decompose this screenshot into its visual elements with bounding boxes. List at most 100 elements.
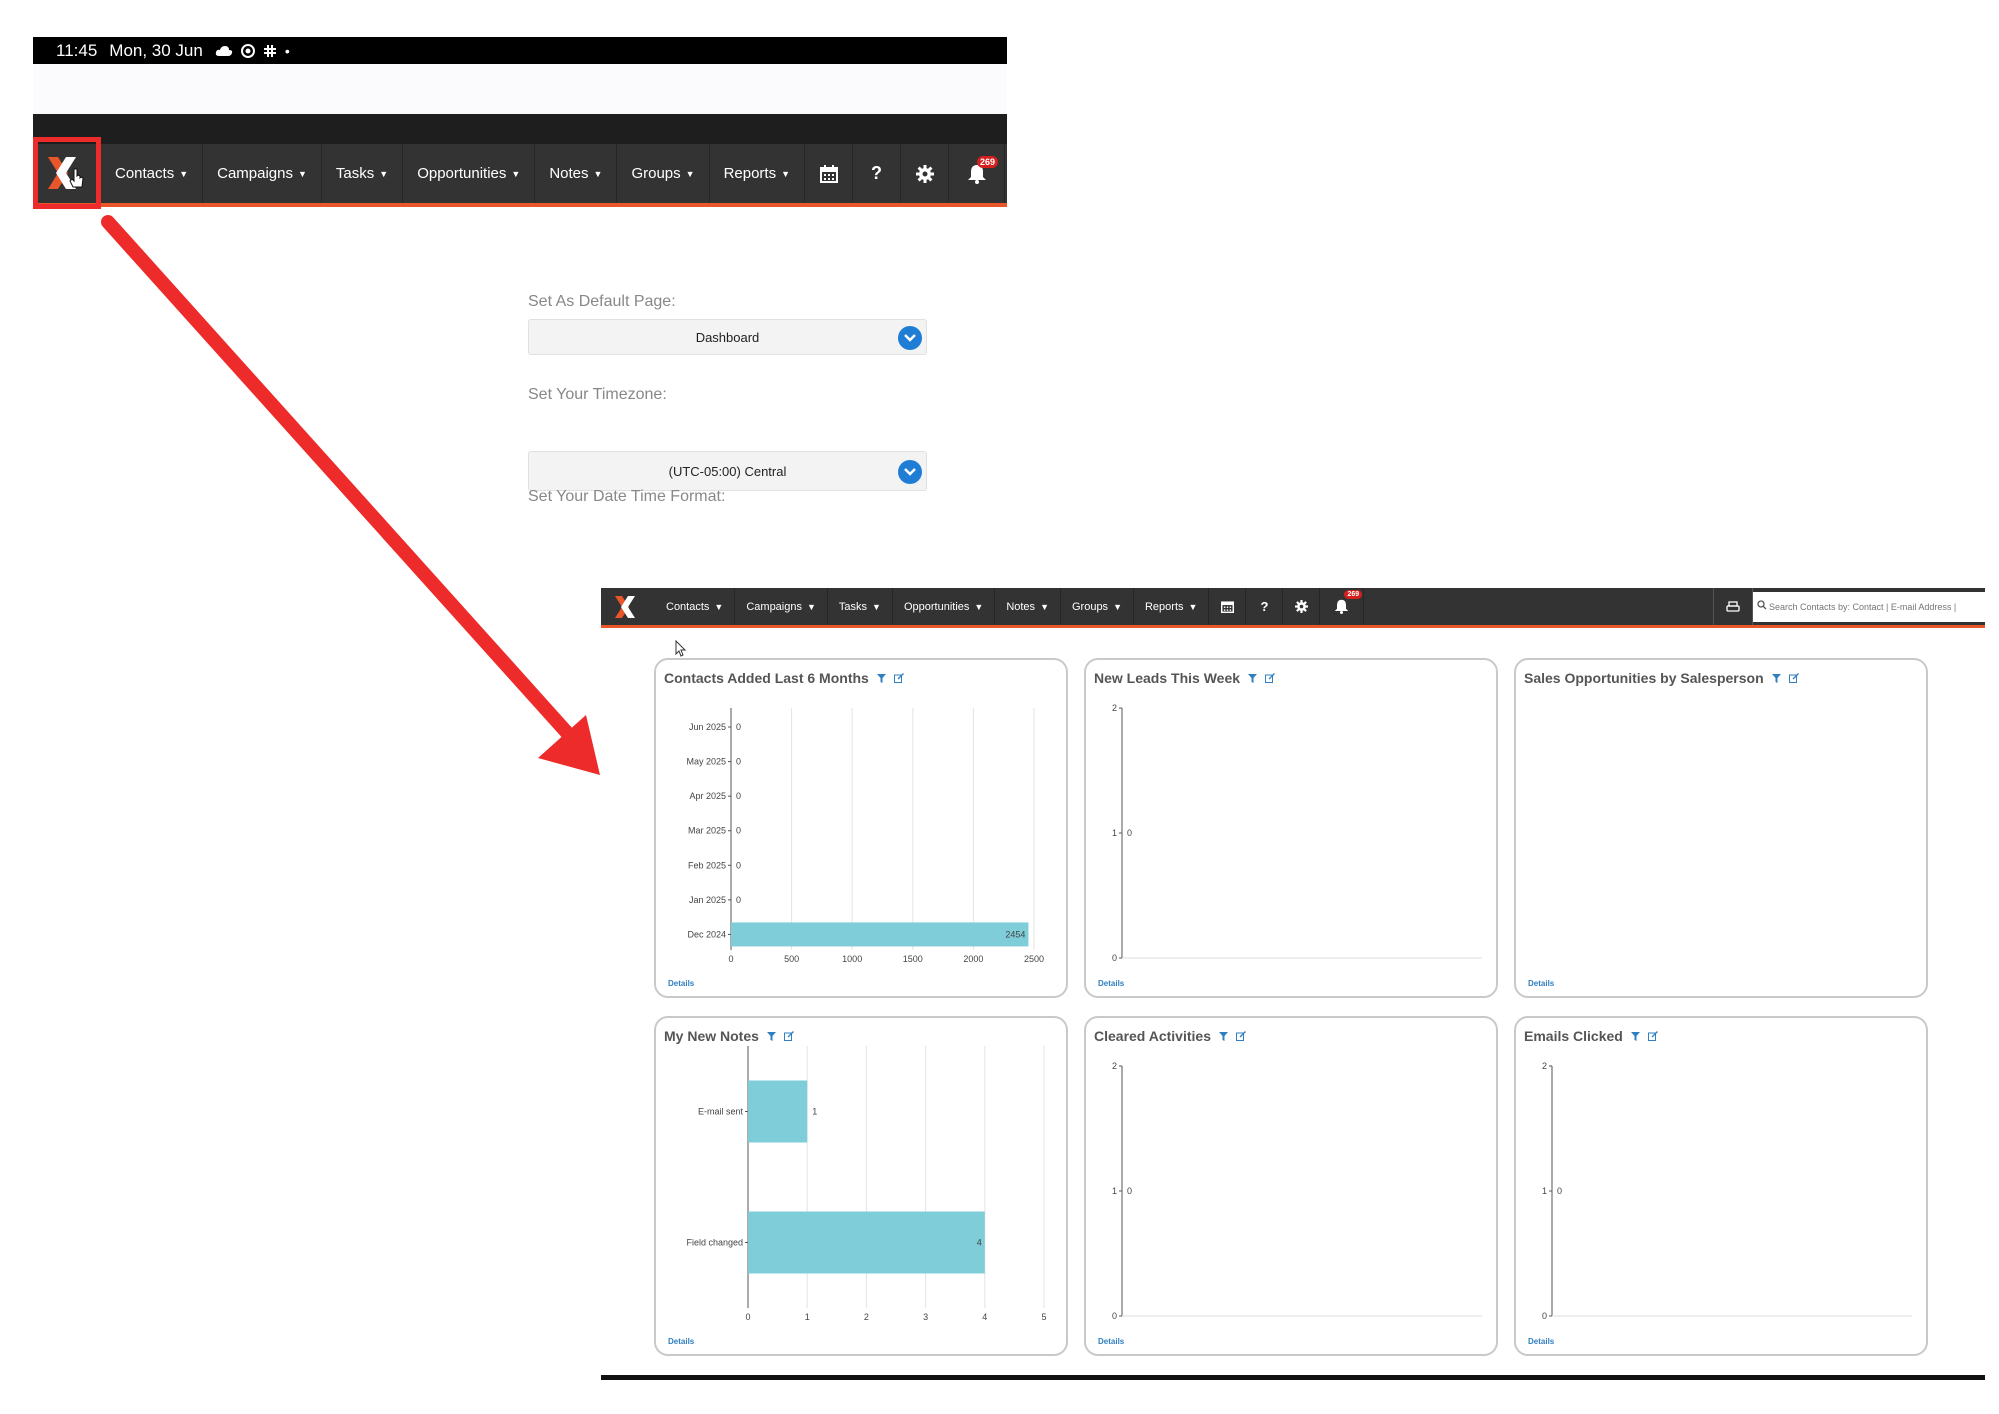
question-icon: ? <box>1260 599 1269 614</box>
bottom-divider <box>601 1375 1985 1380</box>
calendar-button[interactable] <box>805 144 854 203</box>
chart-my-new-notes: 0 1 2 3 4 5 E-mail sent 1 Field changed 4 <box>686 1046 1047 1322</box>
status-time: 11:45 <box>56 40 98 60</box>
timezone-value: (UTC-05:00) Central <box>668 463 787 479</box>
logo-button-highlighted[interactable] <box>33 136 101 209</box>
search-input[interactable] <box>1753 591 1985 622</box>
caret-down-icon: ▼ <box>511 168 521 179</box>
data-label: 0 <box>736 826 741 836</box>
gear-icon <box>1294 600 1308 613</box>
default-page-value: Dashboard <box>695 329 760 345</box>
details-link[interactable]: Details <box>668 979 694 988</box>
y-tick-label: Field changed <box>686 1238 743 1248</box>
cloud-icon <box>215 45 233 56</box>
notifications-button[interactable]: 269 <box>1320 588 1365 625</box>
caret-down-icon: ▼ <box>781 168 791 179</box>
data-label: 2454 <box>1005 929 1025 939</box>
y-tick-label: 2 <box>1542 1061 1547 1071</box>
nav-tasks[interactable]: Tasks ▼ <box>322 144 404 203</box>
nav-campaigns[interactable]: Campaigns ▼ <box>735 588 828 625</box>
nav-contacts[interactable]: Contacts ▼ <box>655 588 736 625</box>
notifications-button[interactable]: 269 <box>949 144 1006 203</box>
settings-button[interactable] <box>901 144 950 203</box>
y-tick-label: E-mail sent <box>698 1107 744 1117</box>
nav-campaigns[interactable]: Campaigns ▼ <box>203 144 322 203</box>
search-icon <box>1757 599 1767 609</box>
annotation-arrow-shaft <box>101 215 577 743</box>
y-tick-label: Apr 2025 <box>689 791 726 801</box>
bar <box>748 1211 985 1274</box>
details-link[interactable]: Details <box>1528 979 1554 988</box>
data-label: 0 <box>736 860 741 870</box>
calendar-icon <box>1220 601 1234 613</box>
y-tick-label: 2 <box>1112 703 1117 713</box>
logo-button[interactable] <box>601 588 655 625</box>
chart-cleared-activities: 0120 <box>1112 1061 1482 1321</box>
nav-notes[interactable]: Notes ▼ <box>995 588 1061 625</box>
calendar-button[interactable] <box>1209 588 1247 625</box>
y-tick-label: Mar 2025 <box>688 826 726 836</box>
caret-down-icon: ▼ <box>1040 601 1049 612</box>
bar <box>731 922 1029 947</box>
print-button[interactable] <box>1713 588 1753 625</box>
details-link[interactable]: Details <box>1528 1337 1554 1346</box>
gear-icon <box>915 164 934 183</box>
y-tick-label: May 2025 <box>686 757 726 767</box>
help-button[interactable]: ? <box>1246 588 1284 625</box>
help-button[interactable]: ? <box>853 144 902 203</box>
dashboard-nav-bar: Contacts ▼ Campaigns ▼ Tasks ▼ Opportunitie… <box>601 588 1985 628</box>
print-icon <box>1726 600 1740 612</box>
nav-groups[interactable]: Groups ▼ <box>1061 588 1134 625</box>
widget-emails-clicked: Emails Clicked 0120 Details <box>1514 1016 1928 1356</box>
caret-down-icon: ▼ <box>714 601 724 612</box>
y-tick-label: Feb 2025 <box>688 860 726 870</box>
y-tick-label: Dec 2024 <box>687 929 726 939</box>
x-tick-label: 1000 <box>842 954 862 964</box>
details-link[interactable]: Details <box>1098 979 1124 988</box>
y-tick-label: 0 <box>1542 1311 1547 1321</box>
nav-tasks[interactable]: Tasks ▼ <box>828 588 893 625</box>
y-tick-label: 1 <box>1112 828 1117 838</box>
chevron-down-icon <box>898 460 922 484</box>
nav-opportunities[interactable]: Opportunities ▼ <box>403 144 536 203</box>
widget-new-leads: New Leads This Week 0120 Details <box>1084 658 1498 998</box>
nav-notes[interactable]: Notes ▼ <box>535 144 618 203</box>
data-label: 0 <box>1127 1186 1132 1196</box>
widget-sales-opportunities: Sales Opportunities by Salesperson Detai… <box>1514 658 1928 998</box>
widget-cleared-activities: Cleared Activities 0120 Details <box>1084 1016 1498 1356</box>
nav-groups[interactable]: Groups ▼ <box>617 144 710 203</box>
search-box <box>1753 591 1985 622</box>
settings-button[interactable] <box>1283 588 1321 625</box>
chart-new-leads: 0120 <box>1112 703 1482 963</box>
y-tick-label: 2 <box>1112 1061 1117 1071</box>
x-tick-label: 2 <box>864 1312 869 1322</box>
nav-reports[interactable]: Reports ▼ <box>1134 588 1210 625</box>
annotation-arrow <box>101 215 600 775</box>
x-tick-label: 4 <box>982 1312 987 1322</box>
details-link[interactable]: Details <box>1098 1337 1124 1346</box>
y-tick-label: 0 <box>1112 953 1117 963</box>
widget-my-new-notes: My New Notes 0 1 2 3 4 5 E-mail sent 1 Field cha… <box>654 1016 1068 1356</box>
logo-icon <box>48 156 84 189</box>
x-tick-label: 500 <box>784 954 799 964</box>
slack-icon <box>263 44 276 57</box>
nav-opportunities[interactable]: Opportunities ▼ <box>893 588 996 625</box>
widget-contacts-added: Contacts Added Last 6 Months 0 500 1000 150… <box>654 658 1068 998</box>
browser-toolbar <box>33 114 1007 144</box>
details-link[interactable]: Details <box>668 1337 694 1346</box>
y-tick-label: Jan 2025 <box>689 895 726 905</box>
x-tick-label: 2500 <box>1024 954 1044 964</box>
y-tick-label: 0 <box>1112 1311 1117 1321</box>
notification-badge: 269 <box>977 156 999 168</box>
status-date: Mon, 30 Jun <box>109 40 203 60</box>
annotation-arrow-head <box>538 715 600 775</box>
data-label: 0 <box>736 757 741 767</box>
question-icon: ? <box>871 163 883 183</box>
nav-reports[interactable]: Reports ▼ <box>710 144 806 203</box>
caret-down-icon: ▼ <box>298 168 307 179</box>
browser-strip <box>33 64 1007 114</box>
chevron-down-icon <box>898 326 922 350</box>
nav-contacts[interactable]: Contacts ▼ <box>101 144 204 203</box>
caret-down-icon: ▼ <box>1188 601 1198 612</box>
x-tick-label: 2000 <box>963 954 983 964</box>
